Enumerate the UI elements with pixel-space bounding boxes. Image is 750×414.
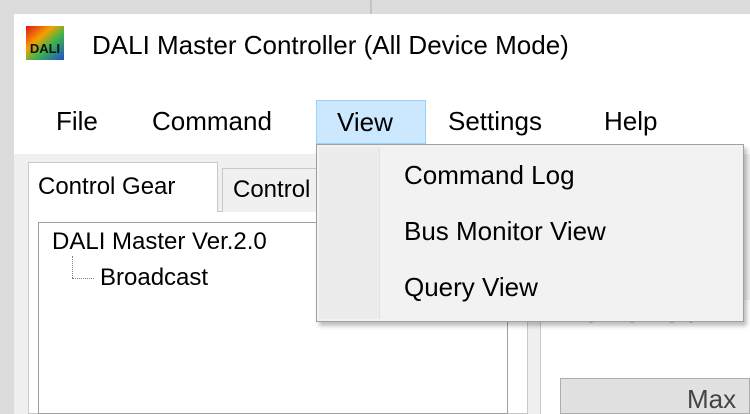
- menu-item-query-view[interactable]: Query View: [404, 272, 538, 303]
- app-icon-text: DALI: [30, 41, 60, 56]
- menu-icon-gutter: [319, 147, 380, 319]
- menu-item-command-log[interactable]: Command Log: [404, 160, 575, 191]
- window-top-frame: [0, 0, 750, 14]
- tree-root-node[interactable]: DALI Master Ver.2.0: [52, 228, 267, 256]
- menu-command[interactable]: Command: [152, 100, 272, 144]
- frame-divider: [370, 0, 372, 14]
- tree-connector: [72, 256, 73, 278]
- tree-node-broadcast[interactable]: Broadcast: [100, 264, 208, 292]
- menu-settings[interactable]: Settings: [448, 100, 542, 144]
- max-button[interactable]: Max: [560, 378, 750, 414]
- application-window: DALI DALI Master Controller (All Device …: [0, 0, 750, 414]
- menu-item-bus-monitor-view[interactable]: Bus Monitor View: [404, 216, 606, 247]
- tree-connector: [72, 278, 94, 279]
- window-left-frame: [0, 14, 14, 414]
- tab-control-gear[interactable]: Control Gear: [28, 162, 218, 212]
- menu-file[interactable]: File: [56, 100, 98, 144]
- dali-app-icon: DALI: [26, 26, 64, 60]
- menu-view[interactable]: View: [316, 100, 426, 144]
- menu-help[interactable]: Help: [604, 100, 657, 144]
- window-title: DALI Master Controller (All Device Mode): [92, 30, 569, 60]
